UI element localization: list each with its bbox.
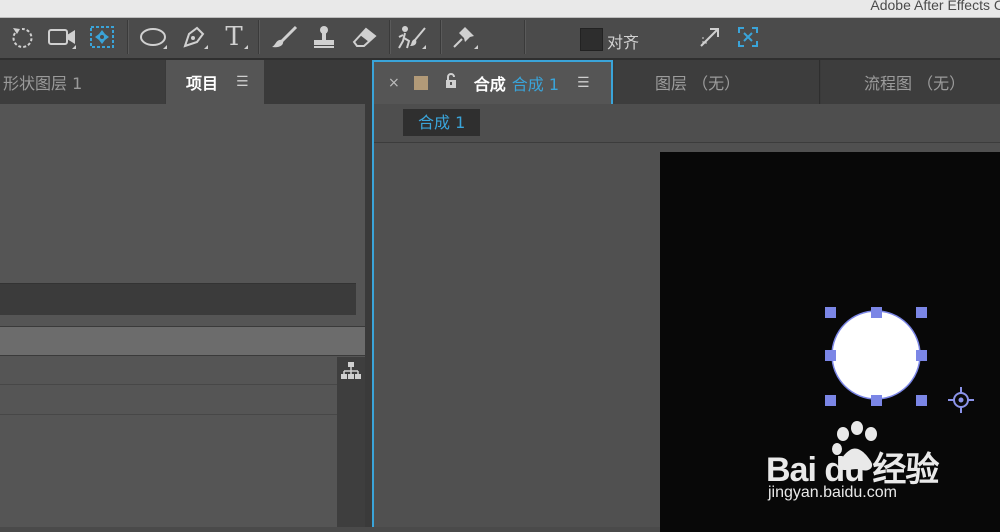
snap-edges-button[interactable] — [694, 22, 726, 52]
comp-breadcrumb[interactable]: 合成 1 — [403, 109, 481, 136]
tab-layer-label: 图层 （无） — [655, 74, 741, 93]
tab-composition-name: 合成 1 — [511, 75, 560, 94]
type-tool-button[interactable]: T — [218, 22, 250, 52]
rotate-icon — [12, 27, 33, 48]
brush-tool-button[interactable] — [268, 22, 300, 52]
tab-project[interactable]: 项目 ☰ — [166, 60, 264, 104]
close-tab-icon[interactable]: × — [388, 75, 400, 91]
snap-features-button[interactable] — [732, 22, 764, 52]
transform-handle[interactable] — [871, 307, 882, 318]
tab-shape-layer[interactable]: 形状图层 1 — [0, 60, 165, 104]
tab-flowchart-label: 流程图 （无） — [864, 74, 966, 93]
eraser-tool-button[interactable] — [348, 22, 380, 52]
tab-flowchart[interactable]: 流程图 （无） — [821, 60, 1000, 104]
tools-toolbar: T 对齐 — [0, 18, 1000, 60]
ellipse-tool-button[interactable] — [137, 22, 169, 52]
watermark-url: jingyan.baidu.com — [768, 484, 897, 501]
project-scrollbar[interactable] — [337, 357, 365, 527]
align-label: 对齐 — [607, 33, 640, 52]
eraser-icon — [352, 27, 377, 47]
tab-composition[interactable]: × 合成 合成 1 ☰ — [372, 60, 613, 104]
transform-handle[interactable] — [916, 307, 927, 318]
roto-brush-tool-button[interactable] — [396, 22, 428, 52]
transform-handle[interactable] — [916, 350, 927, 361]
left-panel-tabs: 形状图层 1 项目 ☰ — [0, 60, 365, 104]
project-panel: 形状图层 1 项目 ☰ — [0, 60, 365, 527]
pan-behind-tool-button[interactable] — [86, 22, 118, 52]
tab-layer[interactable]: 图层 （无） — [615, 60, 820, 104]
baidu-watermark: Bai du 经验 jingyan.baidu.com — [766, 420, 966, 510]
app-title: Adobe After Effects C — [870, 0, 1000, 13]
clone-stamp-tool-button[interactable] — [308, 22, 340, 52]
panel-menu-icon[interactable]: ☰ — [577, 75, 590, 91]
comp-color-swatch — [413, 76, 428, 90]
unlock-icon[interactable] — [444, 73, 458, 93]
puppet-pin-tool-button[interactable] — [448, 22, 480, 52]
type-icon: T — [225, 22, 243, 52]
snap-target-icon — [738, 27, 758, 47]
flowchart-button[interactable] — [339, 360, 363, 382]
project-item-list[interactable] — [0, 357, 337, 527]
tab-composition-label: 合成 — [473, 75, 506, 94]
transform-handle[interactable] — [871, 395, 882, 406]
viewer-tabs: × 合成 合成 1 ☰ 图层 （无） 流程图 （无） — [372, 60, 1000, 104]
camera-tool-button[interactable] — [46, 22, 78, 52]
align-checkbox[interactable] — [580, 28, 603, 51]
pen-tool-button[interactable] — [178, 22, 210, 52]
transform-handle[interactable] — [825, 350, 836, 361]
transform-handle[interactable] — [916, 395, 927, 406]
anchor-point-icon[interactable] — [948, 387, 974, 413]
tab-shape-layer-label: 形状图层 1 — [3, 74, 83, 93]
panel-splitter[interactable] — [365, 60, 372, 527]
ellipse-shape[interactable] — [831, 310, 921, 400]
pan-behind-icon — [90, 26, 114, 48]
transform-handle[interactable] — [825, 395, 836, 406]
snapping-arrow-icon — [700, 28, 719, 47]
project-search-input[interactable] — [0, 283, 356, 315]
panel-menu-icon[interactable]: ☰ — [236, 74, 249, 90]
clone-stamp-icon — [314, 26, 334, 48]
flowchart-icon — [341, 362, 361, 379]
comp-navigator-bar: 合成 1 — [374, 104, 1000, 143]
project-column-header[interactable] — [0, 326, 365, 356]
rotate-tool-button[interactable] — [6, 22, 38, 52]
app-title-bar: Adobe After Effects C — [0, 0, 1000, 18]
transform-handle[interactable] — [825, 307, 836, 318]
tab-project-label: 项目 — [186, 74, 219, 93]
brush-icon — [272, 25, 298, 48]
